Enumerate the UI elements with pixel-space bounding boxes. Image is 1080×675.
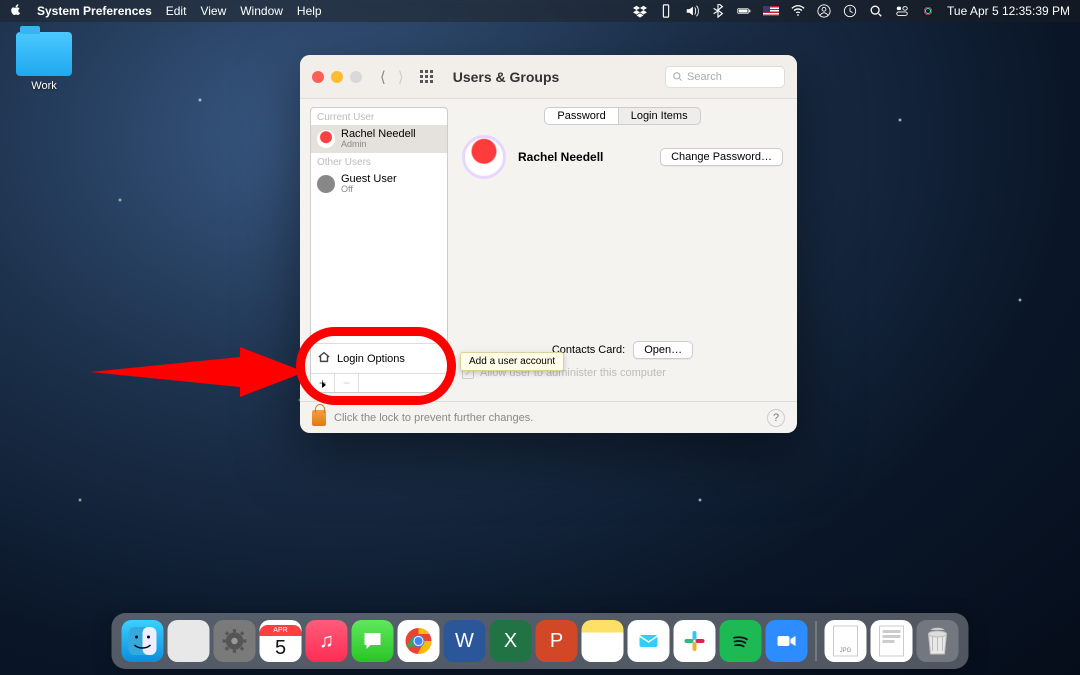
lock-icon[interactable] (312, 410, 326, 426)
bluetooth-icon[interactable] (711, 4, 725, 18)
dock-word[interactable]: W (444, 620, 486, 662)
home-icon (317, 350, 331, 367)
desktop-folder-work[interactable]: Work (8, 32, 80, 92)
sidebar-current-user[interactable]: Rachel NeedellAdmin (311, 125, 447, 153)
tab-login-items[interactable]: Login Items (619, 107, 701, 125)
dock-trash[interactable] (917, 620, 959, 662)
folder-label: Work (8, 80, 80, 92)
clock-icon[interactable] (843, 4, 857, 18)
dock-recent-doc1[interactable]: JPG (825, 620, 867, 662)
app-name[interactable]: System Preferences (37, 4, 152, 18)
wifi-icon[interactable] (791, 4, 805, 18)
tab-password[interactable]: Password (544, 107, 618, 125)
dock-calendar[interactable]: APR5 (260, 620, 302, 662)
user-avatar[interactable] (462, 135, 506, 179)
open-contacts-button[interactable]: Open… (633, 341, 693, 359)
dock-slack[interactable] (674, 620, 716, 662)
search-field[interactable]: Search (665, 66, 785, 88)
add-remove-row: + − (311, 373, 447, 392)
tabs: Password Login Items (462, 107, 783, 125)
dock-separator (816, 621, 817, 661)
dock-system-preferences[interactable] (214, 620, 256, 662)
menubar: System Preferences Edit View Window Help… (0, 0, 1080, 22)
dock-excel[interactable]: X (490, 620, 532, 662)
login-options-label: Login Options (337, 353, 405, 365)
flag-icon[interactable] (763, 6, 779, 16)
menu-edit[interactable]: Edit (166, 4, 187, 18)
traffic-lights (312, 71, 362, 83)
lock-bar: Click the lock to prevent further change… (300, 401, 797, 433)
minimize-button[interactable] (331, 71, 343, 83)
dock-recent-doc2[interactable] (871, 620, 913, 662)
spotlight-icon[interactable] (869, 4, 883, 18)
users-groups-window: ⟨ ⟩ Users & Groups Search Current User R… (300, 55, 797, 433)
add-user-button[interactable]: + (311, 374, 335, 392)
dock-zoom[interactable] (766, 620, 808, 662)
tooltip-add-user: Add a user account (460, 352, 564, 371)
user-icon[interactable] (817, 4, 831, 18)
dock-finder[interactable] (122, 620, 164, 662)
dock-launchpad[interactable] (168, 620, 210, 662)
control-center-icon[interactable] (895, 4, 909, 18)
user-role: Off (341, 185, 397, 195)
window-titlebar[interactable]: ⟨ ⟩ Users & Groups Search (300, 55, 797, 99)
help-button[interactable]: ? (767, 409, 785, 427)
username-label: Rachel Needell (518, 150, 603, 164)
dropbox-icon[interactable] (633, 4, 647, 18)
menubar-clock[interactable]: Tue Apr 5 12:35:39 PM (947, 4, 1070, 18)
device-icon[interactable] (659, 4, 673, 18)
search-placeholder: Search (687, 71, 722, 83)
folder-icon (16, 32, 72, 76)
forward-button: ⟩ (398, 68, 404, 86)
menu-view[interactable]: View (200, 4, 226, 18)
dock-spotify[interactable] (720, 620, 762, 662)
remove-user-button: − (335, 374, 359, 392)
menu-help[interactable]: Help (297, 4, 322, 18)
dock-music[interactable]: ♫ (306, 620, 348, 662)
main-panel: Password Login Items Rachel Needell Chan… (448, 99, 797, 401)
apple-menu-icon[interactable] (10, 3, 23, 19)
close-button[interactable] (312, 71, 324, 83)
show-all-prefs-icon[interactable] (420, 70, 433, 83)
svg-text:JPG: JPG (840, 648, 852, 654)
back-button[interactable]: ⟨ (380, 68, 386, 86)
sidebar-other-header: Other Users (311, 153, 447, 170)
sidebar-guest-user[interactable]: Guest UserOff (311, 170, 447, 198)
dock-mail[interactable] (628, 620, 670, 662)
menu-window[interactable]: Window (240, 4, 283, 18)
dock: APR5 ♫ W X P JPG (112, 613, 969, 669)
annotation-arrow (90, 347, 310, 412)
dock-powerpoint[interactable]: P (536, 620, 578, 662)
dock-notes[interactable] (582, 620, 624, 662)
dock-messages[interactable] (352, 620, 394, 662)
siri-icon[interactable] (921, 4, 935, 18)
lock-message: Click the lock to prevent further change… (334, 412, 533, 424)
battery-icon[interactable] (737, 4, 751, 18)
volume-icon[interactable] (685, 4, 699, 18)
user-role: Admin (341, 140, 416, 150)
dock-chrome[interactable] (398, 620, 440, 662)
nav-arrows: ⟨ ⟩ (380, 68, 404, 86)
avatar-icon (317, 175, 335, 193)
sidebar-current-header: Current User (311, 108, 447, 125)
change-password-button[interactable]: Change Password… (660, 148, 783, 166)
users-sidebar: Current User Rachel NeedellAdmin Other U… (310, 107, 448, 393)
zoom-button[interactable] (350, 71, 362, 83)
login-options-row[interactable]: Login Options (311, 343, 447, 373)
avatar-icon (317, 130, 335, 148)
window-title: Users & Groups (453, 69, 560, 85)
